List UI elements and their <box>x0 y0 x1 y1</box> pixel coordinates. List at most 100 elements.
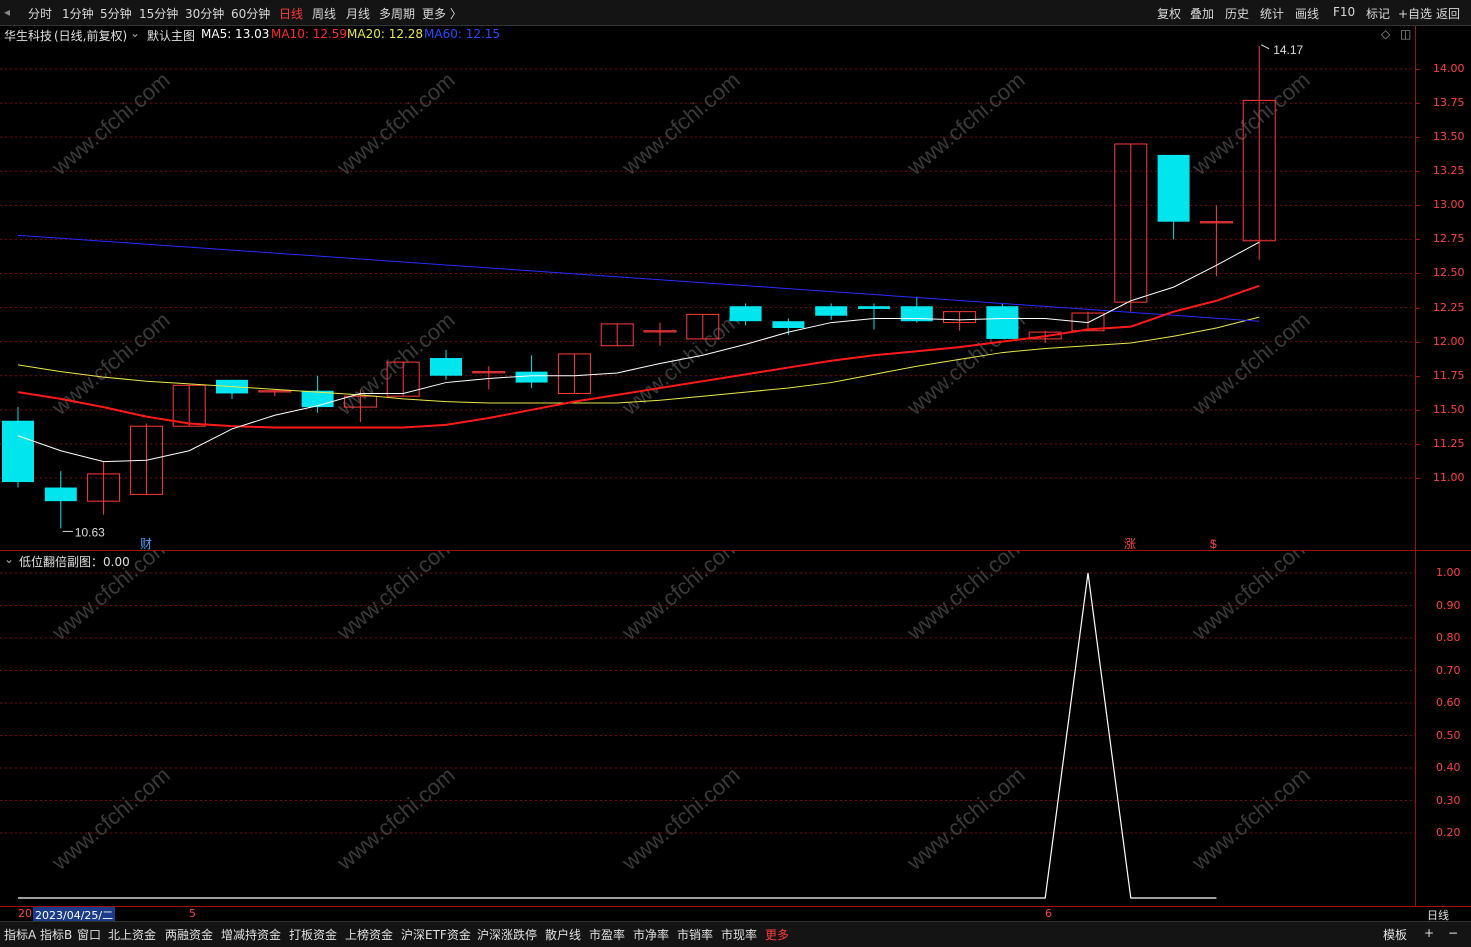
tab-daily[interactable]: 日线 <box>279 5 303 22</box>
indicator-tick-label: 0.50 <box>1436 728 1461 742</box>
price-tick-label: 11.25 <box>1433 436 1465 450</box>
watermark-text: www.cfchi.com <box>901 67 1029 180</box>
indicator-tick-label: 0.70 <box>1436 663 1461 677</box>
price-tick <box>1415 137 1420 139</box>
watermark-text: www.cfchi.com <box>46 762 174 875</box>
add-watchlist-button[interactable]: +自选 <box>1398 5 1432 22</box>
period-toolbar: ◂ 分时 1分钟 5分钟 15分钟 30分钟 60分钟 日线 周线 月线 多周期… <box>0 0 1471 26</box>
price-tick-label: 11.50 <box>1433 402 1465 416</box>
price-tick-label: 12.50 <box>1433 266 1465 280</box>
price-tick-label: 13.00 <box>1433 198 1465 212</box>
watermark-text: www.cfchi.com <box>331 762 459 875</box>
watermark-text: www.cfchi.com <box>331 67 459 180</box>
axis-separator <box>1415 26 1416 907</box>
x-label-may: 5 <box>189 907 196 920</box>
tab-multi-period[interactable]: 多周期 <box>379 5 415 22</box>
indicator-tick-label: 0.30 <box>1436 793 1461 807</box>
candle-body-down <box>1157 154 1190 222</box>
tab-pcf[interactable]: 市现率 <box>721 926 757 943</box>
candle-body-down <box>772 321 805 329</box>
return-button[interactable]: 返回 <box>1436 5 1460 22</box>
tab-60min[interactable]: 60分钟 <box>231 5 270 22</box>
tab-pe[interactable]: 市盈率 <box>589 926 625 943</box>
price-tick-label: 11.75 <box>1433 368 1465 382</box>
price-tick <box>1415 341 1420 343</box>
tab-window[interactable]: 窗口 <box>77 926 101 943</box>
ma5-line <box>17 241 1260 463</box>
price-tick-label: 11.00 <box>1433 470 1465 484</box>
tab-weekly[interactable]: 周线 <box>312 5 336 22</box>
price-tick <box>1415 103 1420 105</box>
zoom-out-button[interactable]: − <box>1448 926 1458 940</box>
ma60-line <box>17 234 1260 322</box>
indicator-tick-label: 0.80 <box>1436 631 1461 644</box>
price-tick-label: 12.75 <box>1433 232 1465 246</box>
price-tick <box>1415 443 1420 445</box>
overlay-button[interactable]: 叠加 <box>1190 5 1214 22</box>
indicator-tick-label: 0.40 <box>1436 761 1461 774</box>
watermark-text: www.cfchi.com <box>1186 762 1314 875</box>
tab-holding-change[interactable]: 增减持资金 <box>221 926 281 943</box>
f10-button[interactable]: F10 <box>1333 5 1355 19</box>
watermark-text: www.cfchi.com <box>46 307 174 420</box>
x-label-june: 6 <box>1045 907 1052 920</box>
price-tick-label: 13.50 <box>1433 130 1465 144</box>
price-tick-label: 13.75 <box>1433 96 1465 110</box>
price-tick <box>1415 273 1420 275</box>
indicator-tick-label: 0.20 <box>1436 826 1461 839</box>
tab-5min[interactable]: 5分钟 <box>100 5 132 22</box>
finance-marker: 财 <box>140 537 152 550</box>
tab-pb[interactable]: 市净率 <box>633 926 669 943</box>
zoom-in-button[interactable]: + <box>1424 926 1434 940</box>
tab-dragon-tiger[interactable]: 上榜资金 <box>345 926 393 943</box>
candle-body-down <box>430 358 462 376</box>
tab-limit-board[interactable]: 打板资金 <box>289 926 337 943</box>
price-tick-label: 12.00 <box>1433 334 1465 348</box>
tab-15min[interactable]: 15分钟 <box>139 5 178 22</box>
tab-more[interactable]: 更多 〉 <box>422 5 462 22</box>
draw-line-button[interactable]: 画线 <box>1295 5 1319 22</box>
tab-monthly[interactable]: 月线 <box>346 5 370 22</box>
watermark-text: www.cfchi.com <box>901 551 1029 645</box>
watermark-text: www.cfchi.com <box>1186 307 1314 420</box>
x-label-year: 20 <box>18 907 32 920</box>
price-tick <box>1415 239 1420 241</box>
tab-1min[interactable]: 1分钟 <box>62 5 94 22</box>
price-tick <box>1415 171 1420 173</box>
indicator-tick-label: 0.90 <box>1436 598 1461 612</box>
indicator-tick-label: 0.60 <box>1436 696 1461 709</box>
candle-body-down <box>2 420 34 483</box>
watermark-text: www.cfchi.com <box>1186 551 1314 645</box>
history-button[interactable]: 历史 <box>1225 5 1249 22</box>
tab-northbound[interactable]: 北上资金 <box>108 926 156 943</box>
tab-indicator-a[interactable]: 指标A <box>4 926 36 943</box>
indicator-chart[interactable]: www.cfchi.com www.cfchi.com www.cfchi.com w… <box>0 551 1415 907</box>
watermark-text: www.cfchi.com <box>616 551 744 645</box>
tab-30min[interactable]: 30分钟 <box>185 5 224 22</box>
low-price-label: 10.63 <box>75 525 105 539</box>
tab-indicator-b[interactable]: 指标B <box>40 926 72 943</box>
tab-ps[interactable]: 市销率 <box>677 926 713 943</box>
tab-margin[interactable]: 两融资金 <box>165 926 213 943</box>
watermark-text: www.cfchi.com <box>331 551 459 645</box>
candlestick-chart[interactable]: www.cfchi.com www.cfchi.com www.cfchi.com w… <box>0 26 1415 550</box>
tab-fenshi[interactable]: 分时 <box>28 5 52 22</box>
watermark-text: www.cfchi.com <box>1186 67 1314 180</box>
tab-limit-up-down[interactable]: 沪深涨跌停 <box>477 926 537 943</box>
tab-etf-fund[interactable]: 沪深ETF资金 <box>401 926 471 943</box>
mark-button[interactable]: 标记 <box>1366 5 1390 22</box>
stats-button[interactable]: 统计 <box>1260 5 1284 22</box>
fuquan-button[interactable]: 复权 <box>1157 5 1181 22</box>
price-tick <box>1415 409 1420 411</box>
tab-retail-line[interactable]: 散户线 <box>545 926 581 943</box>
price-tick <box>1415 477 1420 479</box>
candle-body-down <box>815 306 848 316</box>
template-button[interactable]: 模板 <box>1383 926 1407 943</box>
watermark-text: www.cfchi.com <box>616 307 744 420</box>
indicator-tabs-bar: 指标A 指标B 窗口 北上资金 两融资金 增减持资金 打板资金 上榜资金 沪深E… <box>0 921 1471 947</box>
price-tick <box>1415 375 1420 377</box>
back-arrow-icon[interactable]: ◂ <box>4 5 10 19</box>
tab-more-indicators[interactable]: 更多 <box>765 926 789 943</box>
watermark-text: www.cfchi.com <box>616 67 744 180</box>
candle-body-down <box>858 306 890 309</box>
